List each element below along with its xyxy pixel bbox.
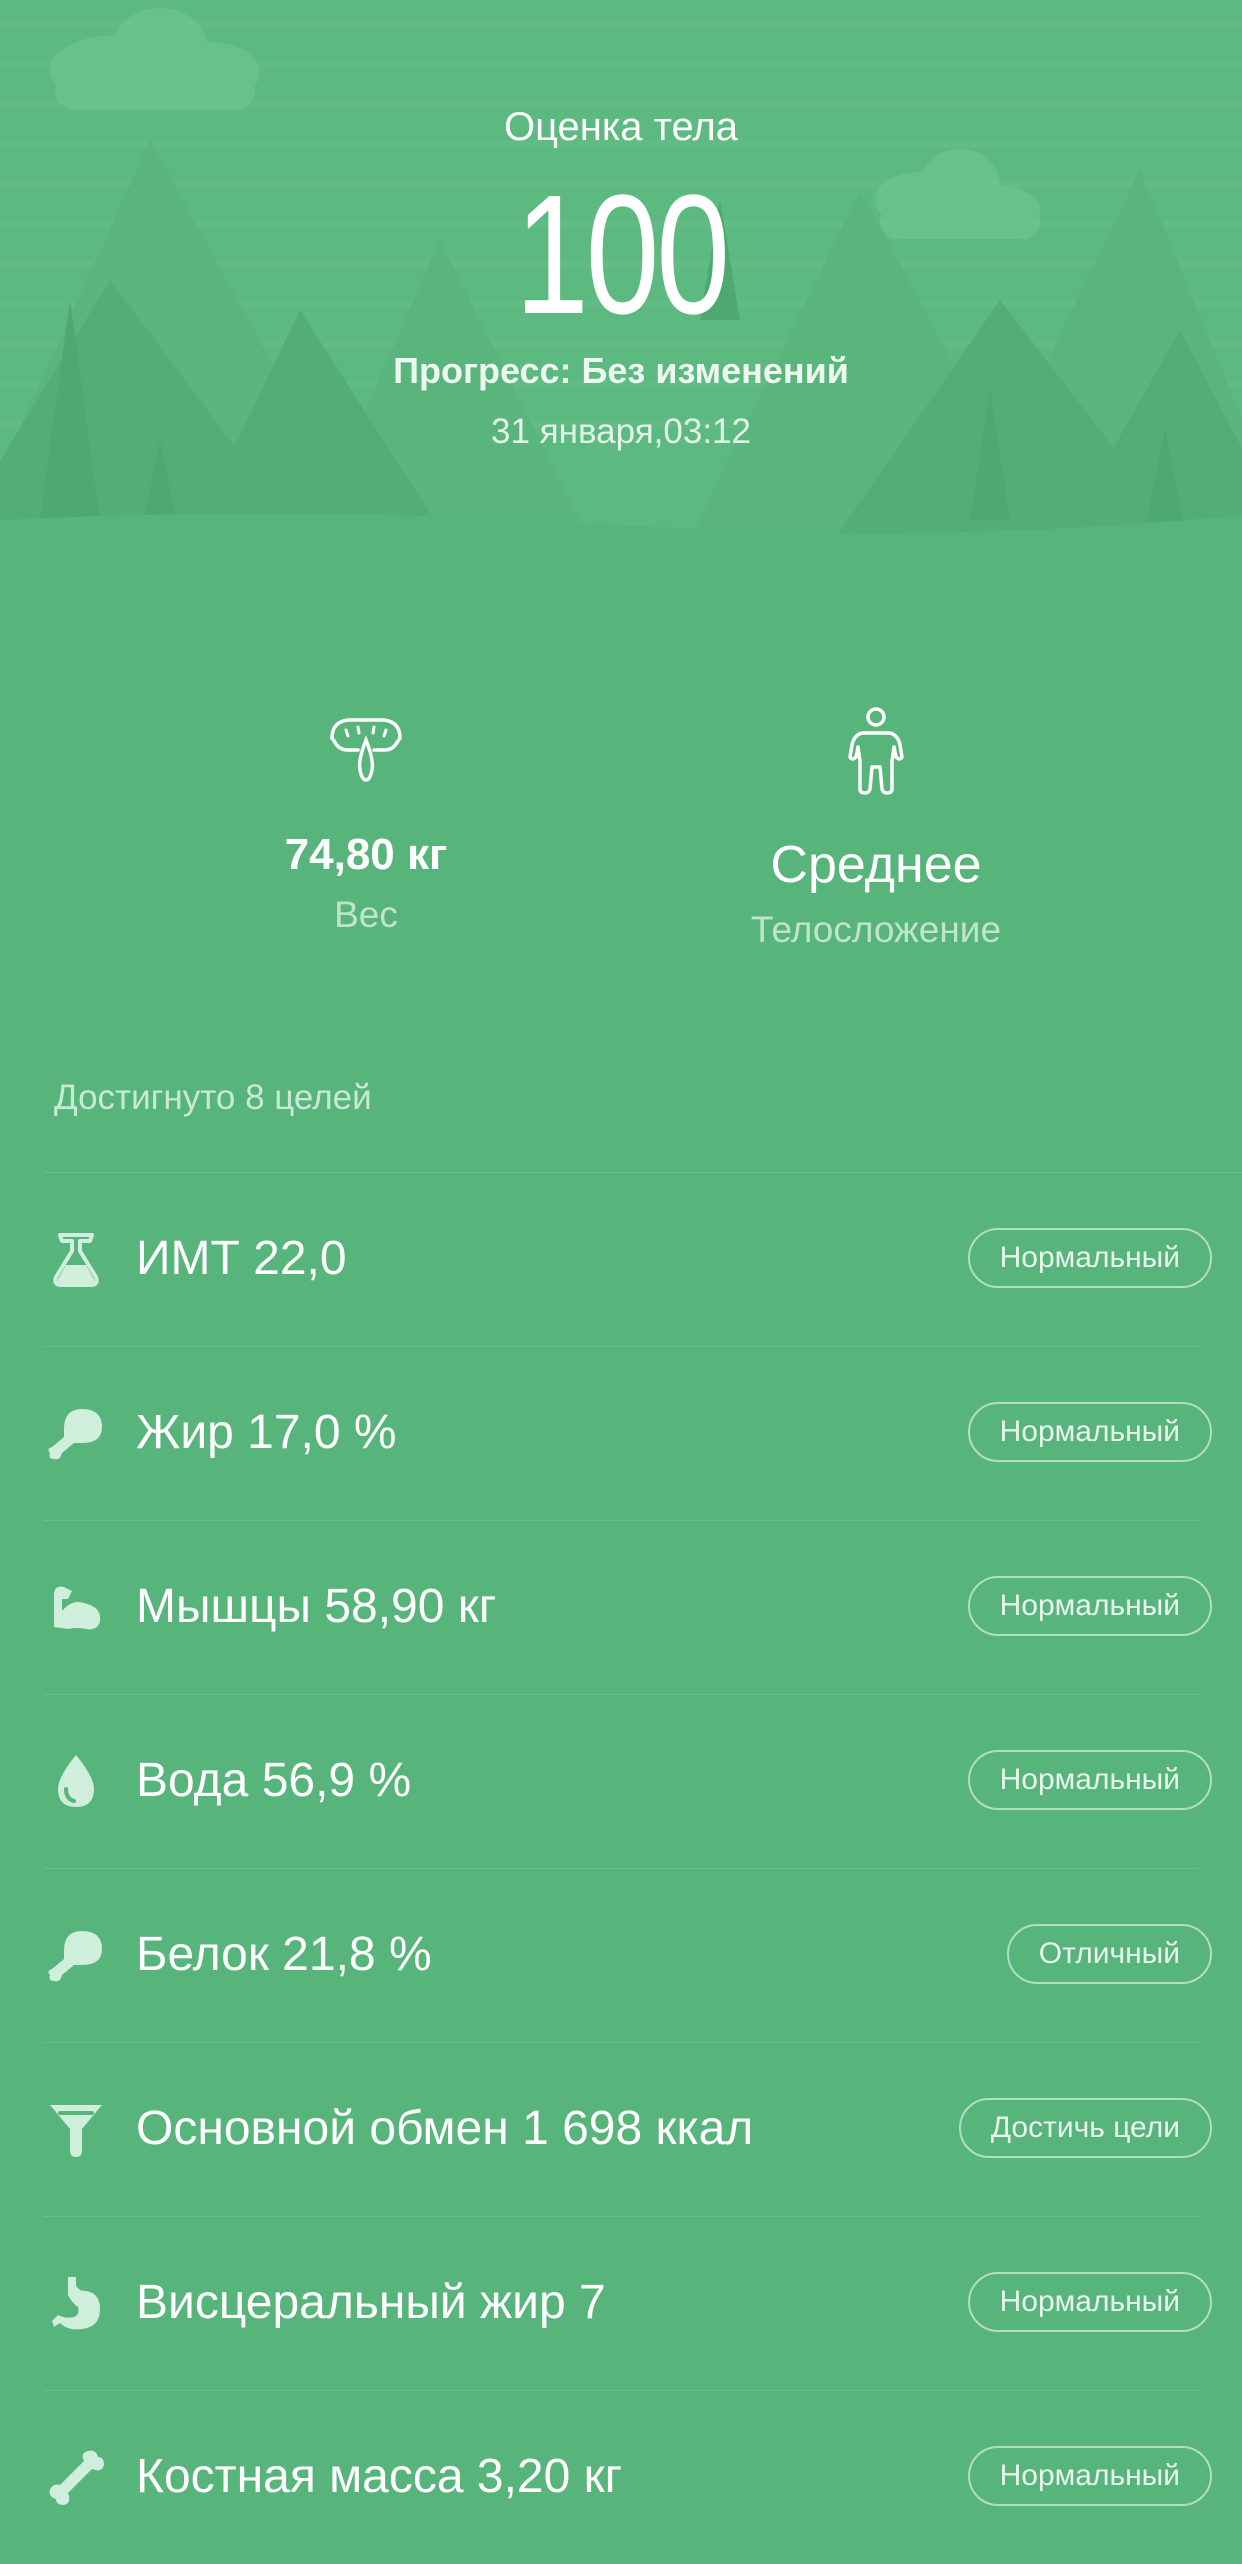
- muscle-arm-icon: [54, 1586, 101, 1630]
- progress-status: Прогресс: Без изменений: [393, 350, 849, 391]
- weight-stat[interactable]: 74,80 кг Вес: [106, 710, 626, 936]
- metric-text: Висцеральный жир 7: [136, 2276, 606, 2329]
- metrics-list: ИМТ 22,0 Нормальный Жир 17,0 % Нормальны…: [0, 1172, 1242, 2564]
- status-badge: Нормальный: [967, 1402, 1212, 1462]
- list-item-bone-mass[interactable]: Костная масса 3,20 кг Нормальный: [0, 2390, 1242, 2564]
- body-score-value: 100: [515, 160, 730, 350]
- protein-drumstick-icon: [48, 1931, 102, 1982]
- fat-drumstick-icon: [48, 1409, 102, 1460]
- stomach-icon: [52, 2277, 100, 2330]
- metric-text: Вода 56,9 %: [136, 1754, 412, 1807]
- metric-text: Костная масса 3,20 кг: [136, 2450, 623, 2503]
- metric-text: Жир 17,0 %: [136, 1406, 397, 1459]
- list-item-fat[interactable]: Жир 17,0 % Нормальный: [0, 1346, 1242, 1520]
- status-badge: Нормальный: [967, 2272, 1212, 2332]
- body-type-label: Телосложение: [750, 909, 1002, 950]
- status-badge: Нормальный: [967, 2446, 1212, 2506]
- list-item-metabolism[interactable]: Основной обмен 1 698 ккал Достичь цели: [0, 2042, 1242, 2216]
- metric-text: Белок 21,8 %: [136, 1928, 432, 1981]
- status-badge: Нормальный: [967, 1750, 1212, 1810]
- list-item-water[interactable]: Вода 56,9 % Нормальный: [0, 1694, 1242, 1868]
- metric-text: Мышцы 58,90 кг: [136, 1580, 497, 1633]
- bmi-flask-icon: [53, 1233, 99, 1287]
- water-drop-icon: [58, 1755, 94, 1807]
- hero-header: Оценка тела 100 Прогресс: Без изменений …: [0, 0, 1242, 560]
- status-badge: Нормальный: [967, 1576, 1212, 1636]
- body-type-value: Среднее: [770, 836, 982, 894]
- metric-text: ИМТ 22,0: [136, 1232, 347, 1285]
- metabolism-funnel-icon: [50, 2105, 102, 2157]
- status-badge: Отличный: [1006, 1924, 1212, 1984]
- bone-icon: [49, 2450, 104, 2505]
- measurement-date: 31 января,03:12: [491, 412, 751, 451]
- list-item-visceral-fat[interactable]: Висцеральный жир 7 Нормальный: [0, 2216, 1242, 2390]
- status-badge: Достичь цели: [958, 2098, 1212, 2158]
- body-figure-icon: [848, 707, 904, 795]
- hero-title: Оценка тела: [503, 105, 739, 149]
- list-item-protein[interactable]: Белок 21,8 % Отличный: [0, 1868, 1242, 2042]
- body-type-stat[interactable]: Среднее Телосложение: [616, 705, 1136, 951]
- weight-value: 74,80 кг: [284, 830, 448, 879]
- metric-text: Основной обмен 1 698 ккал: [136, 2102, 754, 2155]
- scale-icon: [330, 718, 402, 782]
- weight-label: Вес: [334, 894, 398, 935]
- list-item-muscle[interactable]: Мышцы 58,90 кг Нормальный: [0, 1520, 1242, 1694]
- status-badge: Нормальный: [967, 1228, 1212, 1288]
- list-item-bmi[interactable]: ИМТ 22,0 Нормальный: [0, 1172, 1242, 1346]
- goals-achieved-title: Достигнуто 8 целей: [54, 1078, 372, 1117]
